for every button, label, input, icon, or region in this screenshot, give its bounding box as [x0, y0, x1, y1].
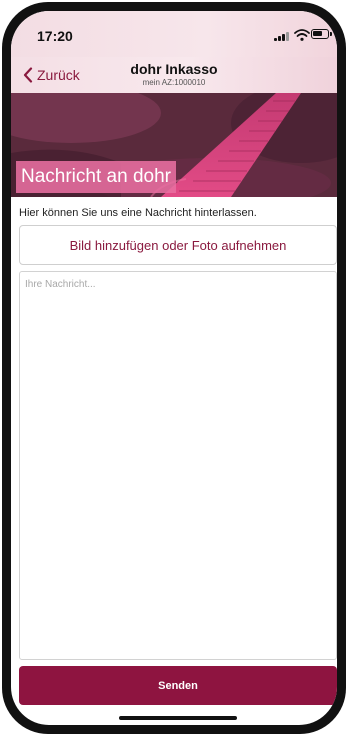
nav-bar: Zurück dohr Inkasso mein AZ:1000010 [11, 57, 337, 93]
page-title: dohr Inkasso [130, 61, 218, 77]
status-time: 17:20 [37, 28, 73, 44]
cellular-signal-icon [274, 31, 294, 41]
home-indicator [119, 716, 237, 720]
screen: 17:20 Zurück dohr Inkasso mein AZ:100001… [11, 11, 337, 725]
wifi-icon [294, 29, 310, 41]
battery-icon [311, 29, 332, 39]
message-input[interactable] [19, 271, 337, 660]
phone-frame: 17:20 Zurück dohr Inkasso mein AZ:100001… [2, 2, 346, 734]
case-reference: mein AZ:1000010 [142, 78, 206, 87]
instruction-text: Hier können Sie uns eine Nachricht hinte… [19, 207, 257, 219]
send-button[interactable]: Senden [19, 666, 337, 705]
status-bar: 17:20 [11, 11, 337, 57]
hero-title: Nachricht an dohr [16, 161, 176, 193]
add-photo-button[interactable]: Bild hinzufügen oder Foto aufnehmen [19, 225, 337, 265]
